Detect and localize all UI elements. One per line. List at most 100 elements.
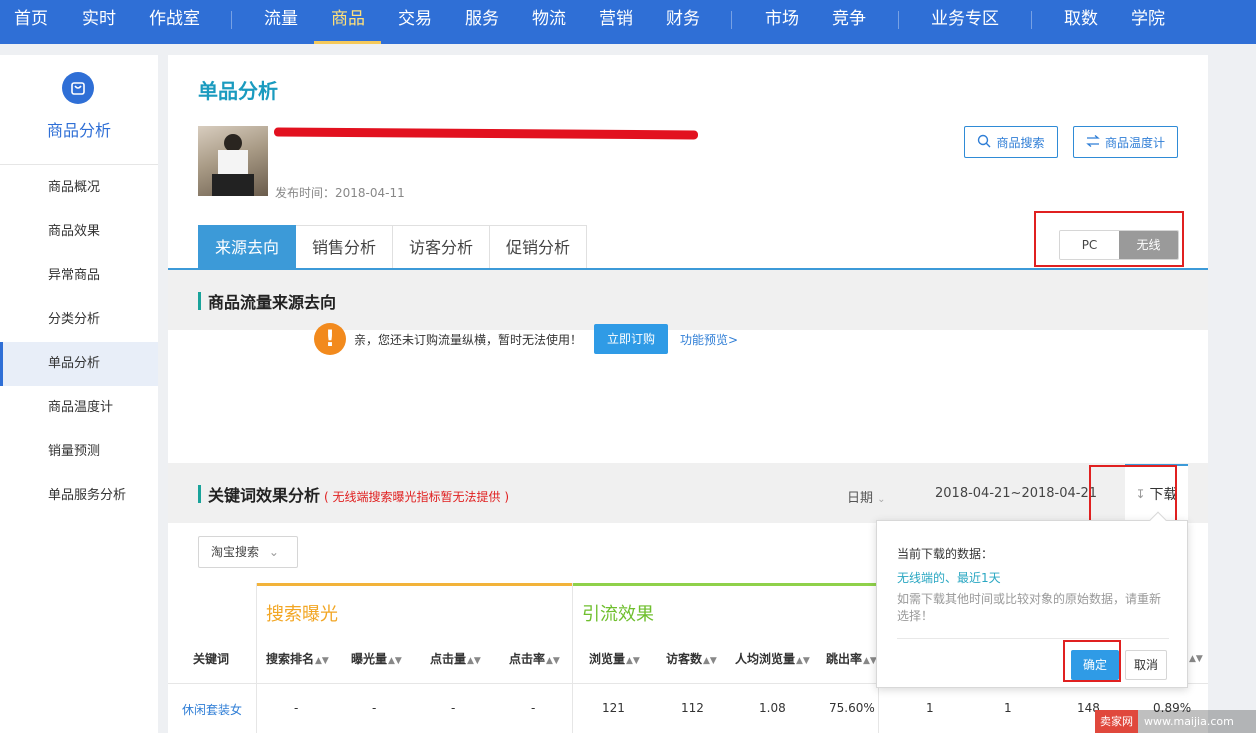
nav-item-logistics[interactable]: 物流 [532, 0, 566, 44]
sidebar-item-thermometer[interactable]: 商品温度计 [0, 386, 158, 430]
nav-divider [1031, 11, 1032, 29]
keyword-title-text: 关键词效果分析 [208, 486, 321, 505]
row-ctr: - [531, 701, 536, 715]
sort-icon: ▲▼ [315, 656, 329, 666]
product-search-label: 商品搜索 [996, 135, 1045, 150]
group-flow-label: 引流效果 [582, 604, 654, 625]
sidebar-item-abnormal[interactable]: 异常商品 [0, 254, 158, 298]
table-divider [572, 583, 573, 733]
row-value: 1 [926, 701, 934, 715]
nav-item-warroom[interactable]: 作战室 [149, 0, 200, 44]
column-clicks[interactable]: 点击量▲▼ [430, 650, 481, 667]
sidebar-item-overview[interactable]: 商品概况 [0, 166, 158, 210]
row-value: 1 [1004, 701, 1012, 715]
nav-item-compete[interactable]: 竞争 [832, 0, 866, 44]
source-select-value: 淘宝搜索 [211, 545, 260, 559]
tab-promotion[interactable]: 促销分析 [490, 225, 588, 269]
row-pageviews: 121 [602, 701, 625, 715]
date-range: 2018-04-21~2018-04-21 [935, 486, 1097, 501]
tab-sales[interactable]: 销售分析 [296, 225, 394, 269]
column-bounce[interactable]: 跳出率▲▼ [826, 650, 877, 667]
sort-icon: ▲▼ [703, 656, 717, 666]
redacted-product-name [273, 127, 699, 140]
nav-item-business-zone[interactable]: 业务专区 [931, 0, 999, 44]
column-pageviews-label: 浏览量 [589, 652, 626, 666]
nav-divider [731, 11, 732, 29]
column-visitors[interactable]: 访客数▲▼ [666, 650, 717, 667]
column-avg-views-label: 人均浏览量 [735, 652, 796, 666]
date-filter[interactable]: 日期 ⌄ [847, 487, 886, 506]
nav-item-home[interactable]: 首页 [14, 0, 48, 44]
device-toggle-pc[interactable]: PC [1060, 231, 1119, 259]
tab-visitors[interactable]: 访客分析 [393, 225, 491, 269]
row-visitors: 112 [681, 701, 704, 715]
nav-item-finance[interactable]: 财务 [666, 0, 700, 44]
highlight-box-confirm [1063, 640, 1121, 682]
sidebar-item-service[interactable]: 单品服务分析 [0, 474, 158, 518]
popup-title: 当前下载的数据： [897, 547, 994, 561]
traffic-section-title: 商品流量来源去向 [208, 293, 337, 312]
keyword-section-note: ( 无线端搜索曝光指标暂无法提供 ) [324, 490, 510, 504]
column-ctr-label: 点击率 [509, 652, 546, 666]
watermark-url: www.maijia.com [1144, 715, 1234, 728]
device-toggle-wireless[interactable]: 无线 [1119, 231, 1178, 259]
column-clicks-label: 点击量 [430, 652, 467, 666]
nav-item-marketing[interactable]: 营销 [599, 0, 633, 44]
watermark-logo: 卖家网 [1095, 710, 1138, 733]
page-title: 单品分析 [198, 79, 278, 103]
table-divider [256, 583, 257, 733]
group-search-label: 搜索曝光 [266, 604, 338, 625]
preview-link[interactable]: 功能预览> [680, 331, 738, 348]
column-keyword: 关键词 [193, 652, 230, 666]
sort-icon: ▲▼ [546, 656, 560, 666]
sidebar-item-single[interactable]: 单品分析 [0, 342, 158, 386]
source-select[interactable]: 淘宝搜索 ⌄ [198, 536, 298, 568]
column-avg-views[interactable]: 人均浏览量▲▼ [735, 650, 810, 667]
product-search-button[interactable]: 商品搜索 [964, 126, 1058, 158]
search-icon [977, 134, 991, 151]
nav-divider [898, 11, 899, 29]
nav-item-data[interactable]: 取数 [1064, 0, 1098, 44]
swap-icon [1086, 134, 1100, 150]
sidebar-item-effect[interactable]: 商品效果 [0, 210, 158, 254]
column-visitors-label: 访客数 [666, 652, 703, 666]
nav-item-realtime[interactable]: 实时 [82, 0, 116, 44]
nav-item-market[interactable]: 市场 [765, 0, 799, 44]
section-marker [198, 292, 201, 310]
column-pageviews[interactable]: 浏览量▲▼ [589, 650, 640, 667]
column-ctr[interactable]: 点击率▲▼ [509, 650, 560, 667]
nav-item-service[interactable]: 服务 [465, 0, 499, 44]
nav-item-trade[interactable]: 交易 [398, 0, 432, 44]
subscribe-button[interactable]: 立即订购 [594, 324, 669, 354]
nav-active-indicator [314, 41, 381, 44]
product-thermometer-label: 商品温度计 [1104, 135, 1165, 150]
sort-icon: ▲▼ [626, 656, 640, 666]
row-bounce: 75.60% [829, 701, 875, 715]
product-thumbnail[interactable] [198, 126, 268, 196]
column-rank-label: 搜索排名 [266, 652, 315, 666]
row-keyword[interactable]: 休闲套装女 [182, 701, 242, 718]
bag-icon [62, 72, 94, 104]
date-filter-label: 日期 [847, 491, 874, 506]
sidebar-item-category[interactable]: 分类分析 [0, 298, 158, 342]
product-thermometer-button[interactable]: 商品温度计 [1073, 126, 1178, 158]
sidebar-item-forecast[interactable]: 销量预测 [0, 430, 158, 474]
chevron-down-icon: ⌄ [268, 545, 279, 559]
row-rank: - [294, 701, 299, 715]
group-search-exposure: 搜索曝光 [256, 583, 572, 683]
column-exposure[interactable]: 曝光量▲▼ [351, 650, 402, 667]
sort-icon: ▲▼ [796, 656, 810, 666]
warning-icon: ! [314, 323, 346, 355]
tab-bar: 来源去向 销售分析 访客分析 促销分析 [198, 225, 588, 269]
row-clicks: - [451, 701, 456, 715]
nav-item-academy[interactable]: 学院 [1131, 0, 1165, 44]
nav-item-goods[interactable]: 商品 [331, 0, 365, 44]
sort-icon[interactable]: ▲▼ [1188, 650, 1203, 664]
cancel-button[interactable]: 取消 [1125, 650, 1167, 680]
tab-source[interactable]: 来源去向 [198, 225, 297, 269]
publish-time: 发布时间：2018-04-11 [275, 186, 405, 200]
top-navigation: 首页 实时 作战室 流量 商品 交易 服务 物流 营销 财务 市场 竞争 业务专… [0, 0, 1256, 44]
column-rank[interactable]: 搜索排名▲▼ [266, 650, 329, 667]
download-popup: 当前下载的数据： 无线端的、最近1天 如需下载其他时间或比较对象的原始数据，请重… [876, 511, 1188, 688]
nav-item-traffic[interactable]: 流量 [264, 0, 298, 44]
